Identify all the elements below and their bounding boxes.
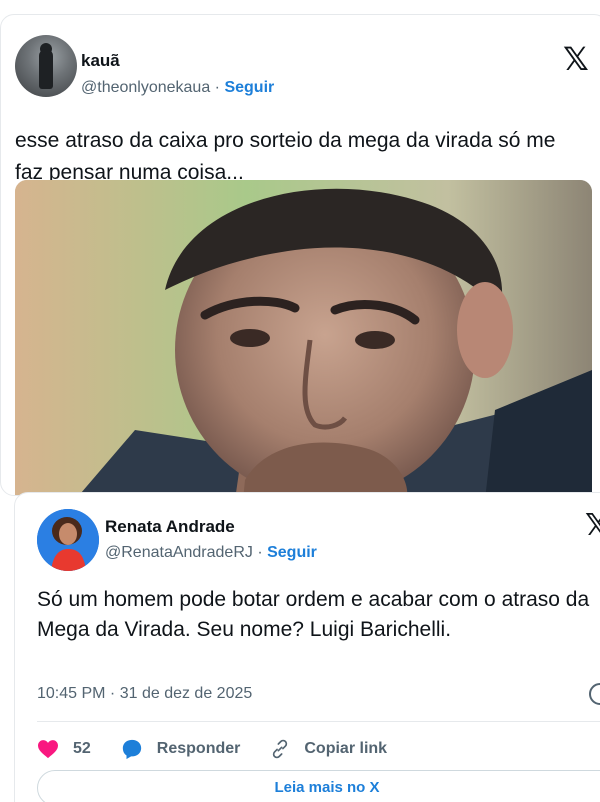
author-name[interactable]: Renata Andrade <box>105 517 235 537</box>
author-handle[interactable]: @theonlyonekaua <box>81 79 210 96</box>
avatar-figure-body <box>39 49 53 89</box>
separator: · <box>210 79 225 96</box>
follow-button[interactable]: Seguir <box>224 79 274 96</box>
avatar[interactable] <box>15 35 77 97</box>
tweet-text: Só um homem pode botar ordem e acabar co… <box>37 588 590 641</box>
tweet-card-renata[interactable]: Renata Andrade @RenataAndradeRJ · Seguir… <box>14 492 600 802</box>
info-icon[interactable] <box>589 683 600 705</box>
read-more-button[interactable]: Leia mais no X <box>37 770 600 802</box>
page: kauã @theonlyonekaua · Seguir 𝕏 esse atr… <box>0 0 600 802</box>
avatar-illustration <box>37 509 99 571</box>
copy-link-button[interactable]: Copiar link <box>270 739 387 759</box>
tweet-photo[interactable] <box>15 180 592 495</box>
copy-link-label: Copiar link <box>304 740 388 757</box>
heart-icon <box>38 740 58 759</box>
avatar[interactable] <box>37 509 99 571</box>
author-handle-line: @RenataAndradeRJ · Seguir <box>105 544 317 562</box>
photo-illustration <box>15 180 592 495</box>
separator: · <box>252 544 268 561</box>
tweet-card-kaua[interactable]: kauã @theonlyonekaua · Seguir 𝕏 esse atr… <box>0 14 600 496</box>
like-count: 52 <box>73 740 91 757</box>
author-name[interactable]: kauã <box>81 51 120 71</box>
follow-button[interactable]: Seguir <box>267 544 317 561</box>
link-icon <box>273 739 288 759</box>
reply-label: Responder <box>156 740 241 757</box>
x-logo-icon[interactable]: 𝕏 <box>563 43 589 75</box>
author-handle[interactable]: @RenataAndradeRJ <box>105 544 253 561</box>
reply-bubble-icon <box>122 739 141 760</box>
tweet-actions: 52 Responder Copiar link <box>37 737 417 761</box>
x-logo-icon[interactable]: 𝕏 <box>585 511 600 541</box>
like-button[interactable]: 52 <box>37 739 91 759</box>
author-handle-line: @theonlyonekaua · Seguir <box>81 79 274 97</box>
tweet-timestamp[interactable]: 10:45 PM · 31 de dez de 2025 <box>37 685 252 703</box>
reply-button[interactable]: Responder <box>121 738 241 760</box>
divider <box>37 721 600 722</box>
